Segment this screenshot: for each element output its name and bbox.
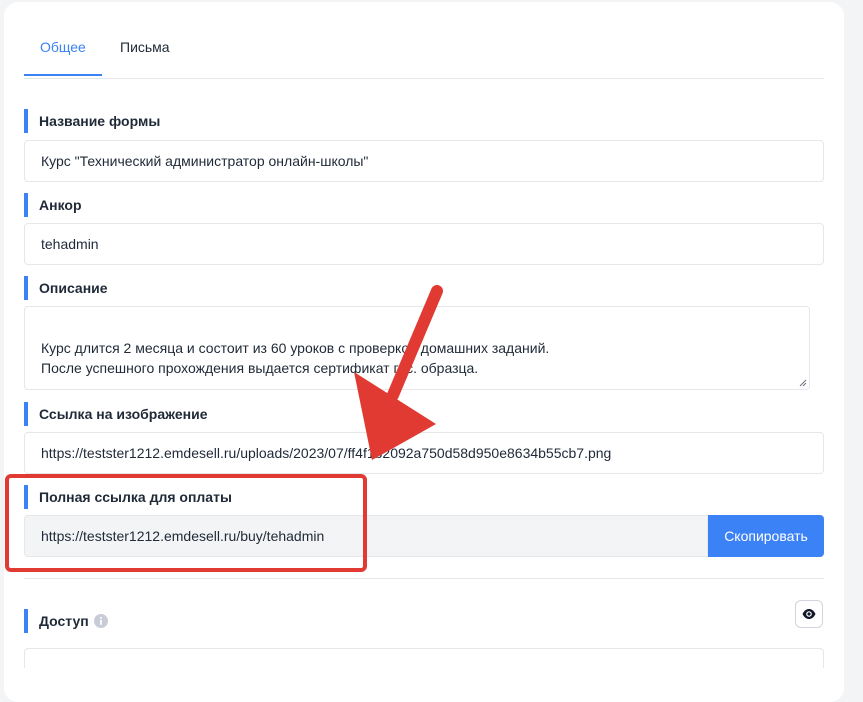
- info-icon[interactable]: [94, 614, 108, 628]
- image-link-input[interactable]: [24, 432, 824, 474]
- visibility-toggle-button[interactable]: [795, 600, 823, 628]
- access-label: Доступ: [24, 609, 89, 633]
- form-name-label: Название формы: [24, 109, 160, 133]
- description-textarea[interactable]: Курс длится 2 месяца и состоит из 60 уро…: [24, 306, 810, 390]
- access-field[interactable]: [24, 648, 824, 668]
- anchor-label: Анкор: [24, 193, 82, 217]
- tab-letters[interactable]: Письма: [120, 38, 170, 56]
- anchor-input[interactable]: [24, 223, 824, 265]
- image-link-label: Ссылка на изображение: [24, 402, 208, 426]
- form-name-input[interactable]: [24, 140, 824, 182]
- description-label: Описание: [24, 276, 108, 300]
- section-divider: [24, 578, 824, 579]
- resize-handle-icon[interactable]: [799, 379, 807, 387]
- copy-button[interactable]: Скопировать: [708, 515, 824, 557]
- description-text: Курс длится 2 месяца и состоит из 60 уро…: [41, 340, 550, 376]
- eye-icon: [802, 609, 816, 619]
- tab-bar: Общее Письма: [24, 0, 824, 79]
- payment-link-label: Полная ссылка для оплаты: [24, 485, 232, 509]
- tab-general[interactable]: Общее: [24, 38, 102, 76]
- payment-link-input[interactable]: [24, 515, 708, 557]
